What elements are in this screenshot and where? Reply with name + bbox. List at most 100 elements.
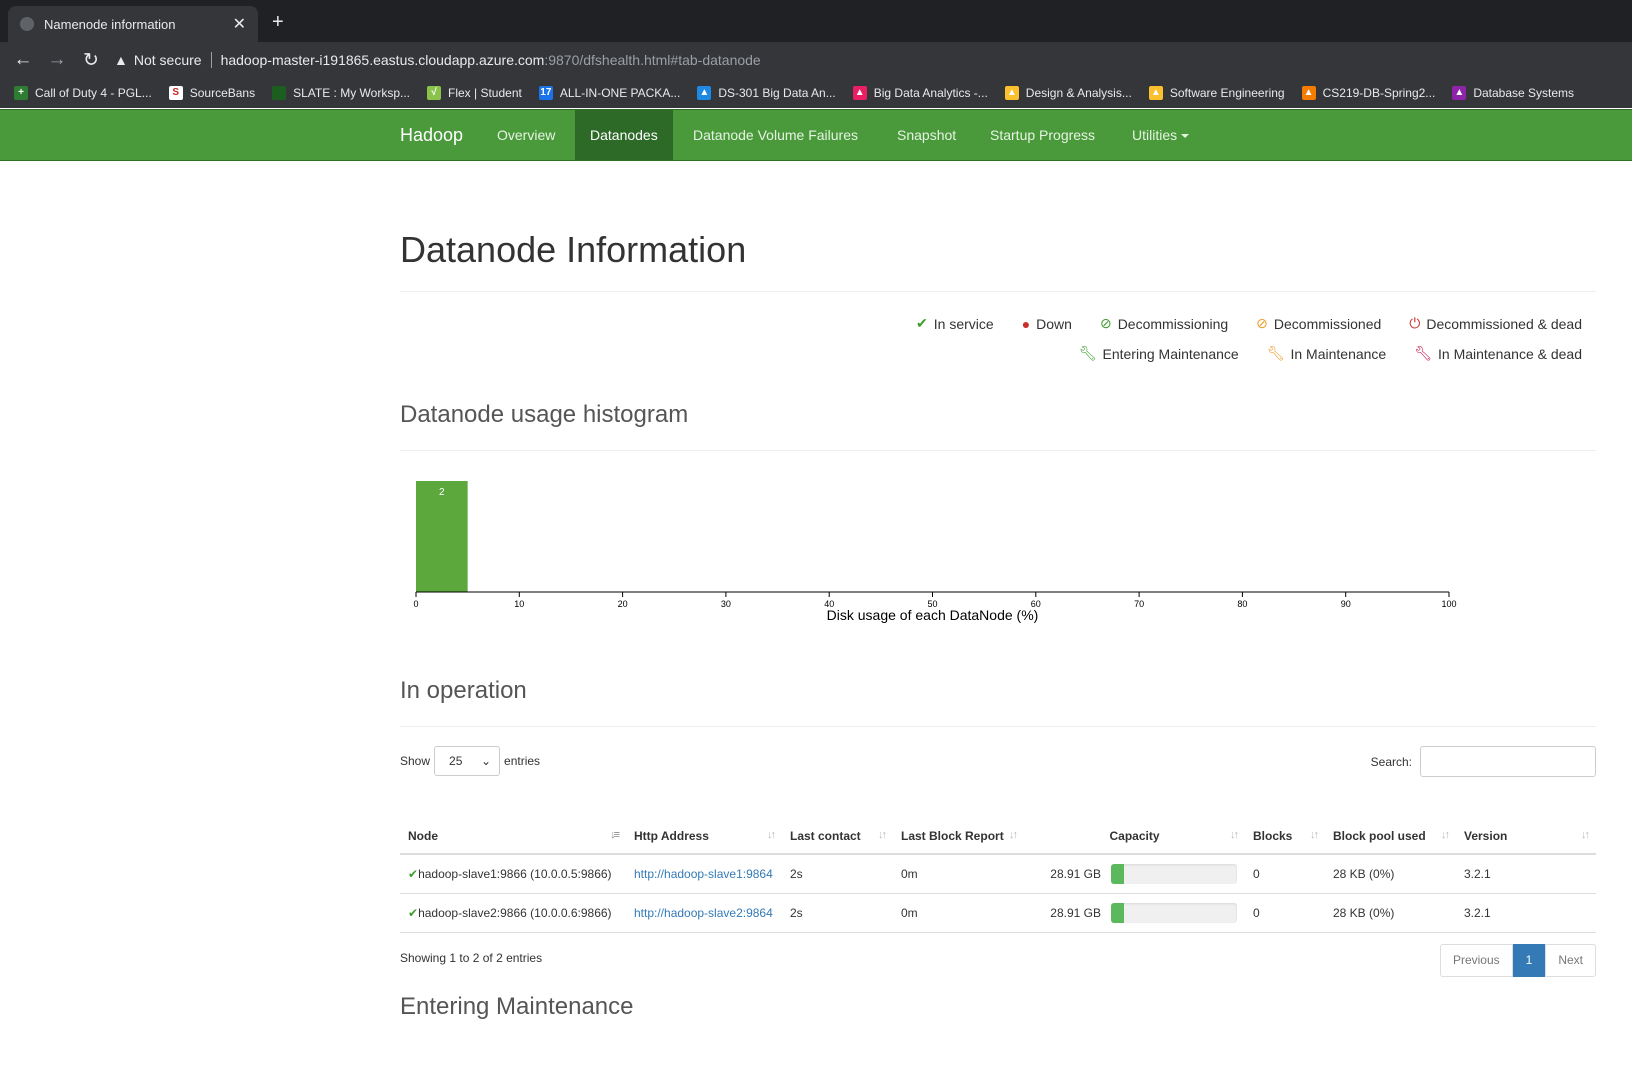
nav-startup-progress[interactable]: Startup Progress: [975, 110, 1110, 160]
legend-entering-maintenance: 🔧︎ Entering Maintenance: [1079, 345, 1239, 362]
reload-icon[interactable]: ↻: [74, 49, 108, 72]
sort-icon: ↓↑: [1441, 829, 1450, 841]
usage-progress-bar: [1111, 902, 1237, 923]
col-last-block-report[interactable]: Last Block Report ↓↑: [893, 818, 1024, 855]
forward-arrow-icon[interactable]: →: [40, 49, 74, 71]
col-node[interactable]: Node ↓≡: [400, 818, 626, 855]
hadoop-brand[interactable]: Hadoop: [400, 125, 463, 146]
sort-icon: ↓↑: [1310, 829, 1319, 841]
nav-overview[interactable]: Overview: [482, 110, 570, 160]
bookmark-item[interactable]: ▲ Design & Analysis...: [1004, 86, 1132, 100]
histogram-bar-label: 2: [439, 487, 445, 498]
in-operation-heading: In operation: [400, 677, 527, 704]
bookmark-item[interactable]: + Call of Duty 4 - PGL...: [14, 86, 152, 100]
bookmark-label: ALL-IN-ONE PACKA...: [559, 86, 681, 100]
bookmark-item[interactable]: S SourceBans: [168, 86, 255, 100]
blocks-cell: 0: [1245, 854, 1325, 894]
legend-decommissioned-dead: ⏻ Decommissioned & dead: [1409, 315, 1582, 332]
sort-icon: ↓↑: [1009, 829, 1018, 841]
entries-value: 25: [449, 754, 463, 768]
status-legend-row1: ✔ In service ● Down ⊘ Decommissioning ⊘ Deco…: [888, 315, 1582, 332]
col-last-contact[interactable]: Last contact ↓↑: [782, 818, 893, 855]
bookmark-item[interactable]: ▲ CS219-DB-Spring2...: [1301, 86, 1435, 100]
warning-triangle-icon: ▲: [114, 52, 128, 68]
search-input[interactable]: [1420, 746, 1596, 777]
capacity-cell: 28.91 GB: [1024, 854, 1245, 894]
col-label: Block pool used: [1333, 828, 1426, 843]
bookmark-item[interactable]: ▲ DS-301 Big Data An...: [697, 86, 836, 100]
back-arrow-icon[interactable]: ←: [6, 49, 40, 71]
col-label: Last contact: [790, 828, 861, 843]
page-1-button[interactable]: 1: [1512, 944, 1546, 977]
browser-tab[interactable]: Namenode information ✕: [8, 6, 258, 42]
bookmark-item[interactable]: ▲ Big Data Analytics -...: [852, 86, 988, 100]
tab-title: Namenode information: [44, 16, 176, 32]
bookmark-label: Call of Duty 4 - PGL...: [35, 86, 152, 100]
col-block-pool-used[interactable]: Block pool used ↓↑: [1325, 818, 1456, 855]
x-axis-label: Disk usage of each DataNode (%): [827, 607, 1039, 623]
col-http-address[interactable]: Http Address ↓↑: [626, 818, 782, 855]
legend-label: In Maintenance & dead: [1438, 345, 1582, 362]
node-cell: ✔hadoop-slave1:9866 (10.0.0.5:9866): [400, 854, 626, 894]
http-cell: http://hadoop-slave1:9864: [626, 854, 782, 894]
version-cell: 3.2.1: [1456, 893, 1596, 933]
http-address-link[interactable]: http://hadoop-slave2:9864: [634, 906, 773, 920]
node-name: hadoop-slave1:9866 (10.0.0.5:9866): [418, 866, 612, 881]
nav-datanodes[interactable]: Datanodes: [575, 110, 673, 160]
close-tab-icon[interactable]: ✕: [233, 14, 246, 34]
bookmark-item[interactable]: ▲ Database Systems: [1452, 86, 1574, 100]
block-pool-used-cell: 28 KB (0%): [1325, 893, 1456, 933]
legend-in-maintenance-dead: 🔧︎ In Maintenance & dead: [1414, 345, 1582, 362]
bookmark-icon: ▲: [1148, 86, 1163, 100]
nav-utilities[interactable]: Utilities: [1117, 110, 1204, 160]
bookmark-label: SLATE : My Worksp...: [293, 86, 411, 100]
http-address-link[interactable]: http://hadoop-slave1:9864: [634, 867, 773, 881]
hadoop-navbar: Hadoop Overview Datanodes Datanode Volum…: [0, 109, 1632, 161]
wrench-icon: 🔧︎: [1266, 345, 1285, 361]
x-tick-label: 0: [413, 599, 418, 609]
capacity-value: 28.91 GB: [1050, 905, 1101, 920]
bookmark-label: Software Engineering: [1169, 86, 1285, 100]
bookmark-item[interactable]: 17 ALL-IN-ONE PACKA...: [538, 86, 681, 100]
ban-icon: ⊘: [1099, 315, 1112, 331]
exclamation-icon: ●: [1021, 315, 1031, 332]
bookmark-item[interactable]: ▲ Software Engineering: [1148, 86, 1285, 100]
bookmark-icon: ▲: [697, 86, 712, 100]
sort-icon: ↓↑: [1581, 829, 1590, 841]
show-label: Show: [400, 754, 431, 768]
bookmark-icon: S: [168, 86, 183, 100]
check-icon: ✔: [408, 866, 419, 881]
legend-decommissioning: ⊘ Decommissioning: [1100, 315, 1228, 332]
x-tick-label: 100: [1441, 599, 1456, 609]
previous-button[interactable]: Previous: [1439, 944, 1513, 977]
new-tab-button[interactable]: +: [272, 10, 284, 34]
next-button[interactable]: Next: [1545, 944, 1596, 977]
bookmark-item[interactable]: √ Flex | Student: [427, 86, 522, 100]
table-info: Showing 1 to 2 of 2 entries: [400, 951, 543, 965]
chevron-down-icon: ⌄: [480, 754, 492, 768]
x-tick-label: 10: [514, 599, 524, 609]
legend-down: ● Down: [1022, 315, 1072, 332]
bookmark-icon: ▲: [852, 86, 867, 100]
col-version[interactable]: Version ↓↑: [1456, 818, 1596, 855]
page-title: Datanode Information: [400, 229, 747, 270]
entries-select[interactable]: 25 ⌄: [434, 746, 501, 776]
version-cell: 3.2.1: [1456, 854, 1596, 894]
legend-label: Entering Maintenance: [1102, 345, 1239, 362]
bookmark-item[interactable]: SLATE : My Worksp...: [272, 86, 410, 100]
col-capacity[interactable]: Capacity ↓↑: [1024, 818, 1245, 855]
nav-snapshot[interactable]: Snapshot: [882, 110, 971, 160]
sort-icon: ↓↑: [767, 829, 776, 841]
nav-volume-failures[interactable]: Datanode Volume Failures: [678, 110, 873, 160]
histogram-heading: Datanode usage histogram: [400, 401, 689, 428]
col-label: Http Address: [634, 828, 709, 843]
title-divider: [400, 291, 1596, 292]
bookmark-icon: ▲: [1004, 86, 1019, 100]
address-bar[interactable]: ▲ Not secure hadoop-master-i191865.eastu…: [114, 46, 1624, 74]
nav-utilities-label: Utilities: [1132, 127, 1178, 143]
address-separator: [210, 52, 212, 68]
table-row: ✔hadoop-slave1:9866 (10.0.0.5:9866) http:…: [400, 854, 1596, 894]
histogram-divider: [400, 450, 1596, 451]
bookmark-icon: ▲: [1452, 86, 1467, 100]
col-blocks[interactable]: Blocks ↓↑: [1245, 818, 1325, 855]
